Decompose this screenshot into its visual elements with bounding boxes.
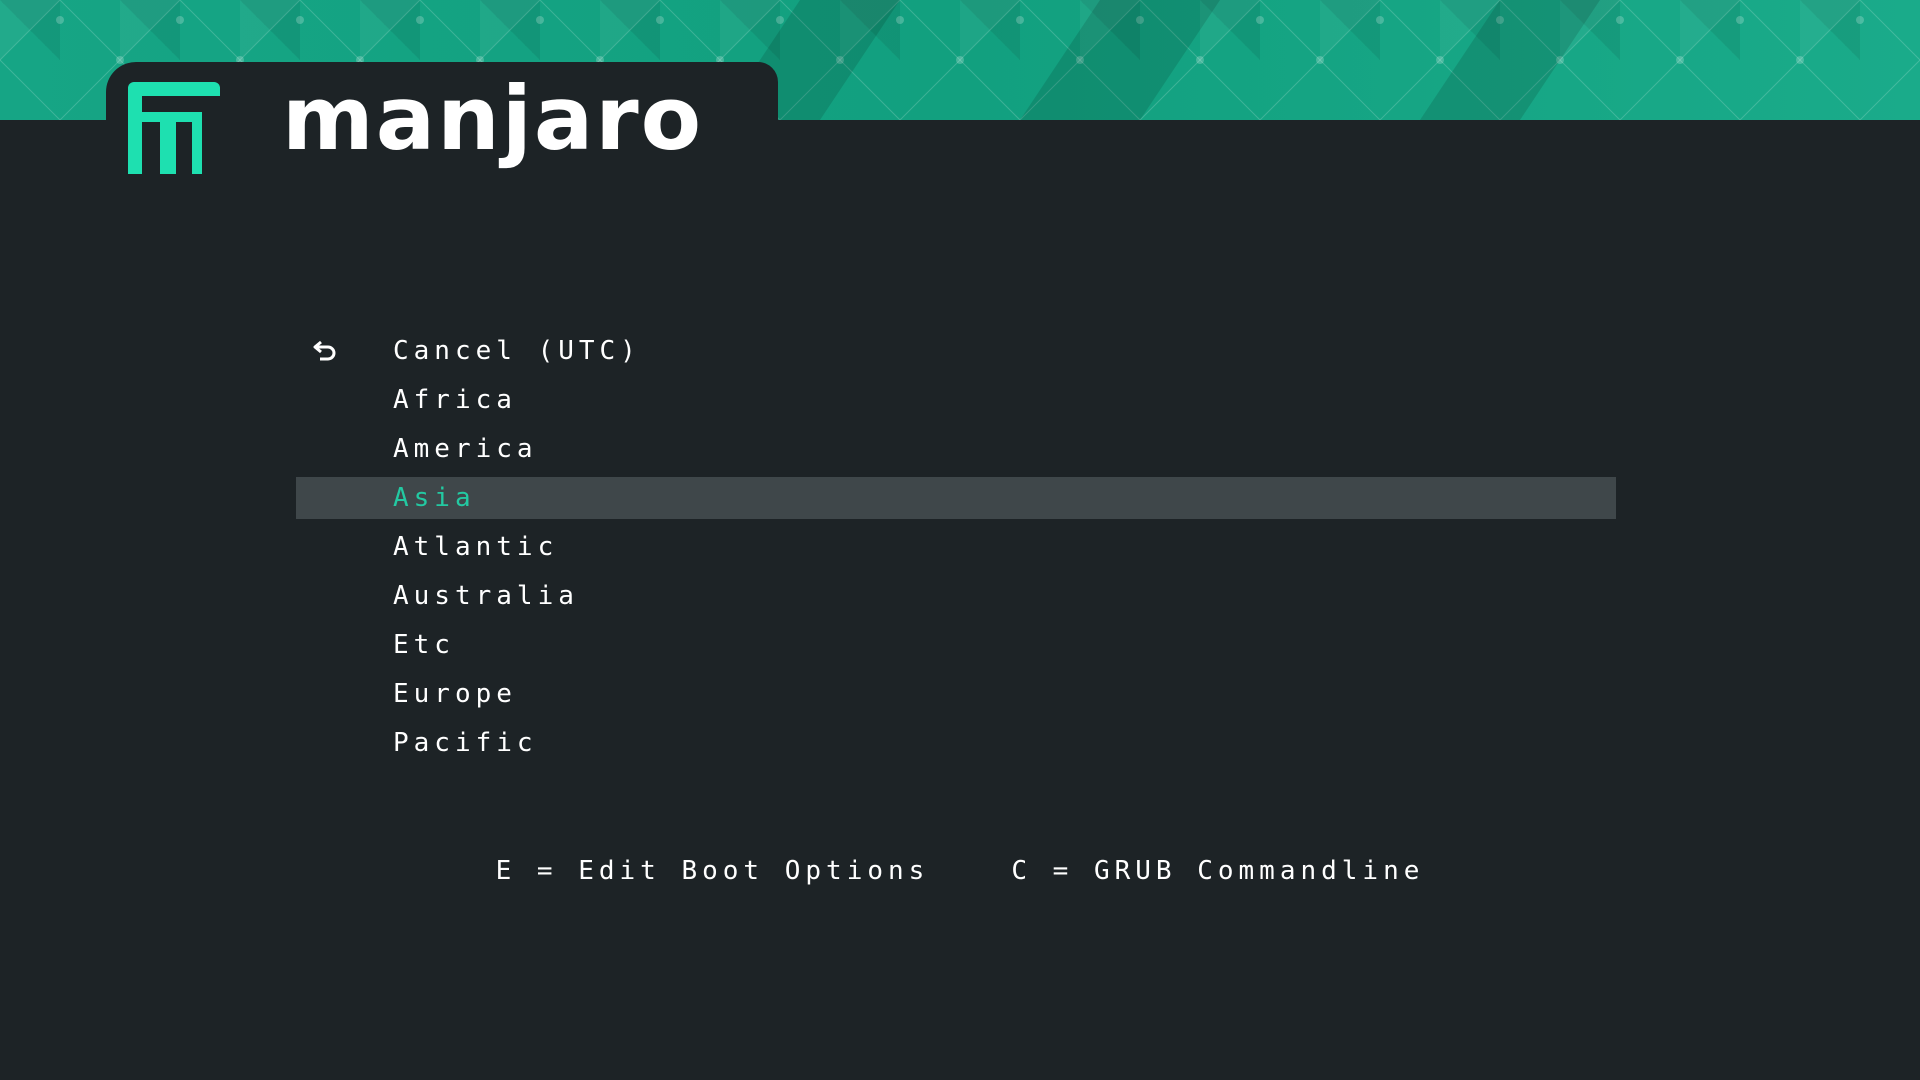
menu-item-atlantic[interactable]: Atlantic <box>296 526 1616 568</box>
menu-item-label: Australia <box>393 581 579 611</box>
menu-item-europe[interactable]: Europe <box>296 673 1616 715</box>
logo-wordmark: manjaro <box>282 67 704 170</box>
return-arrow-icon <box>313 340 336 361</box>
timezone-region-menu: Cancel (UTC) Africa America Asia Atlanti… <box>296 330 1616 771</box>
menu-item-asia[interactable]: Asia <box>296 477 1616 519</box>
manjaro-logo: manjaro <box>106 62 778 184</box>
menu-item-label: Cancel (UTC) <box>393 336 641 366</box>
keyboard-hints: E = Edit Boot Options C = GRUB Commandli… <box>0 856 1920 886</box>
manjaro-logo-icon <box>128 82 220 174</box>
edit-boot-options-hint: E = Edit Boot Options <box>495 856 930 886</box>
menu-item-label: Europe <box>393 679 517 709</box>
menu-item-label: America <box>393 434 538 464</box>
menu-item-africa[interactable]: Africa <box>296 379 1616 421</box>
menu-item-label: Pacific <box>393 728 538 758</box>
menu-item-cancel[interactable]: Cancel (UTC) <box>296 330 1616 372</box>
menu-item-label: Asia <box>393 483 476 513</box>
menu-item-etc[interactable]: Etc <box>296 624 1616 666</box>
menu-item-label: Etc <box>393 630 455 660</box>
menu-item-pacific[interactable]: Pacific <box>296 722 1616 764</box>
menu-item-america[interactable]: America <box>296 428 1616 470</box>
menu-item-label: Africa <box>393 385 517 415</box>
menu-item-label: Atlantic <box>393 532 559 562</box>
grub-commandline-hint: C = GRUB Commandline <box>1011 856 1425 886</box>
menu-item-australia[interactable]: Australia <box>296 575 1616 617</box>
